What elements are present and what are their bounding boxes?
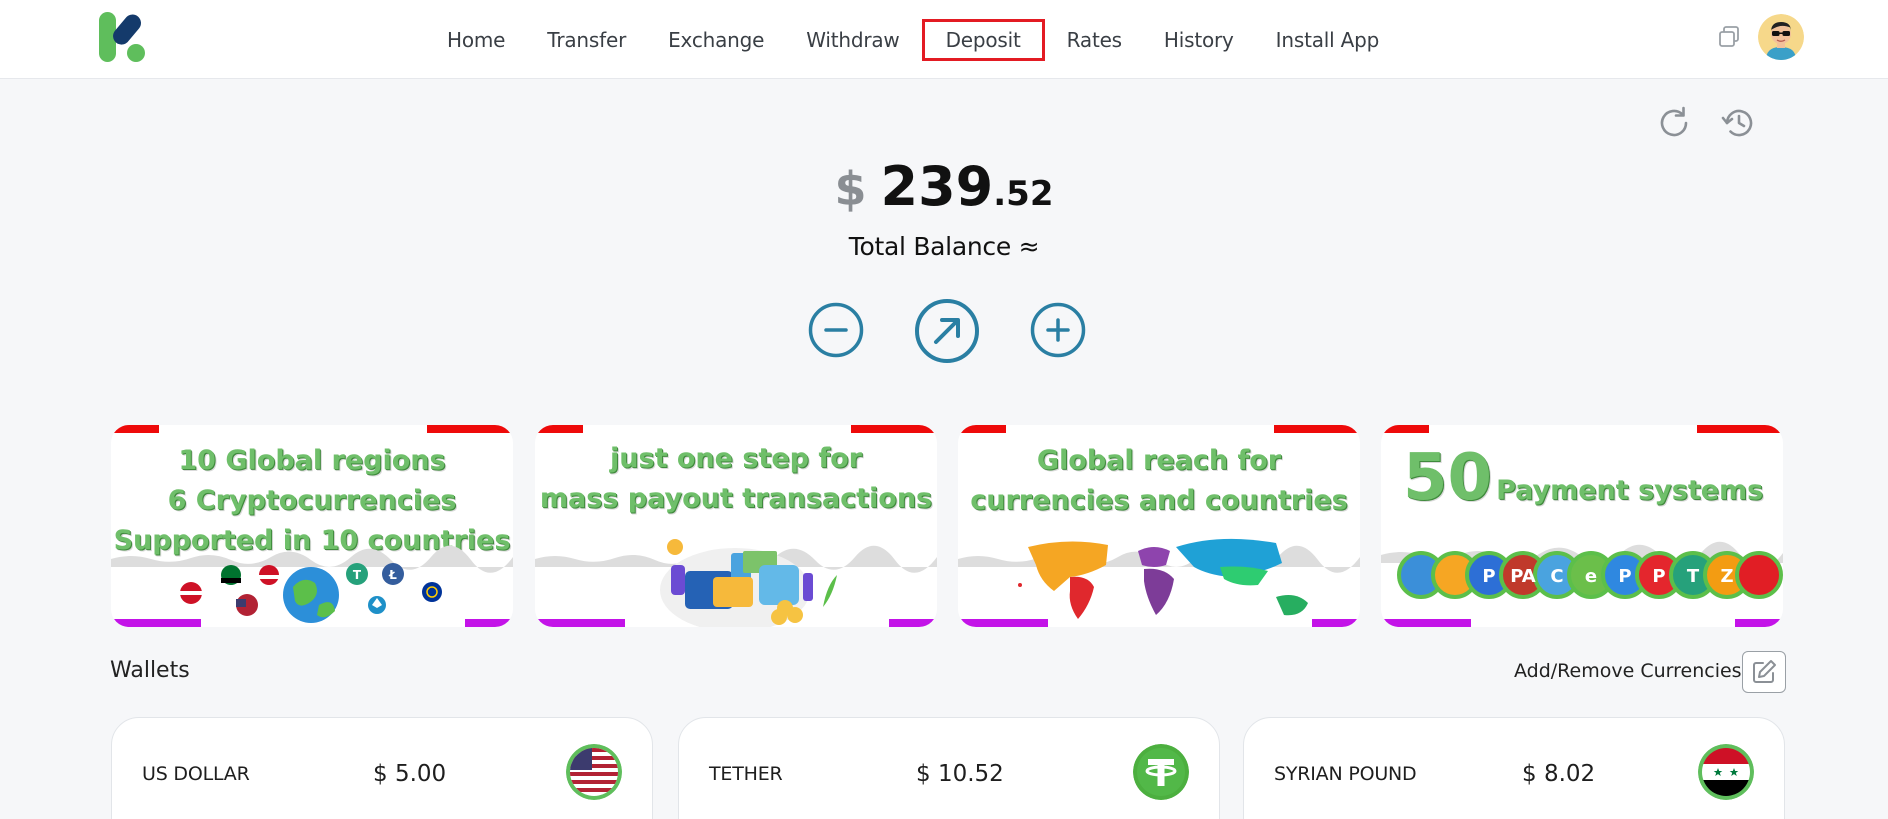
banner-mass-payout[interactable]: just one step for mass payout transactio…: [535, 425, 937, 627]
nav-install-app[interactable]: Install App: [1255, 22, 1400, 58]
wallet-card-tether[interactable]: TETHER $ 10.52: [678, 717, 1220, 819]
nav-exchange[interactable]: Exchange: [647, 22, 785, 58]
svg-text:T: T: [353, 568, 362, 582]
wallet-card-usd[interactable]: US DOLLAR $ 5.00: [111, 717, 653, 819]
svg-text:Ł: Ł: [388, 568, 397, 582]
us-flag-icon: [566, 744, 622, 800]
total-balance: $239.52: [0, 155, 1888, 218]
syria-flag-icon: [1698, 744, 1754, 800]
avatar[interactable]: [1758, 14, 1804, 60]
nav-rates[interactable]: Rates: [1046, 22, 1143, 58]
banner-global-regions[interactable]: 10 Global regions 6 Cryptocurrencies Sup…: [111, 425, 513, 627]
svg-text:P: P: [1482, 566, 1495, 587]
svg-text:PA: PA: [1510, 566, 1536, 587]
nav-history[interactable]: History: [1143, 22, 1255, 58]
wallet-card-syp[interactable]: SYRIAN POUND $ 8.02: [1243, 717, 1785, 819]
add-remove-currencies-label[interactable]: Add/Remove Currencies: [1514, 660, 1742, 682]
nav-transfer[interactable]: Transfer: [526, 22, 647, 58]
svg-text:e: e: [1585, 566, 1597, 587]
total-balance-label: Total Balance ≈: [848, 232, 1040, 261]
wallets-heading: Wallets: [110, 658, 190, 683]
nav-home[interactable]: Home: [426, 22, 526, 58]
wallet-amount: $ 10.52: [916, 761, 1004, 787]
svg-text:T: T: [1687, 566, 1700, 587]
nav-withdraw[interactable]: Withdraw: [785, 22, 920, 58]
svg-text:P: P: [1618, 566, 1631, 587]
edit-currencies-button[interactable]: [1742, 651, 1786, 693]
logo-icon[interactable]: [96, 10, 152, 66]
wallet-amount: $ 8.02: [1522, 761, 1596, 787]
banner-1-graphic: T Ł: [111, 545, 513, 623]
svg-text:P: P: [1652, 566, 1665, 587]
tether-icon: [1133, 744, 1189, 800]
refresh-icon[interactable]: [1655, 104, 1693, 142]
balance-integer: 239: [880, 155, 994, 218]
banner-payment-systems[interactable]: 50 Payment systems P PA C e P P T Z: [1381, 425, 1783, 627]
deposit-plus-icon[interactable]: [1030, 302, 1086, 358]
main-nav: Home Transfer Exchange Withdraw Deposit …: [426, 0, 1400, 79]
banner-4-graphic: P PA C e P P T Z: [1381, 541, 1783, 599]
balance-decimal: .52: [993, 174, 1054, 214]
wallet-name: SYRIAN POUND: [1274, 763, 1417, 785]
banner-2-graphic: [535, 539, 937, 627]
history-icon[interactable]: [1720, 104, 1758, 142]
banner-global-reach[interactable]: Global reach for currencies and countrie…: [958, 425, 1360, 627]
wallet-name: TETHER: [709, 763, 783, 785]
svg-text:Z: Z: [1720, 566, 1733, 587]
withdraw-minus-icon[interactable]: [808, 302, 864, 358]
svg-text:C: C: [1550, 566, 1563, 587]
wallet-name: US DOLLAR: [142, 763, 250, 785]
transfer-arrow-icon[interactable]: [914, 298, 980, 364]
edit-icon: [1753, 660, 1776, 683]
balance-currency-symbol: $: [834, 162, 867, 216]
nav-deposit[interactable]: Deposit: [921, 18, 1045, 61]
top-navbar: Home Transfer Exchange Withdraw Deposit …: [0, 0, 1888, 79]
banner-3-graphic: [958, 538, 1360, 619]
copy-icon[interactable]: [1716, 24, 1742, 50]
wallet-amount: $ 5.00: [373, 761, 447, 787]
